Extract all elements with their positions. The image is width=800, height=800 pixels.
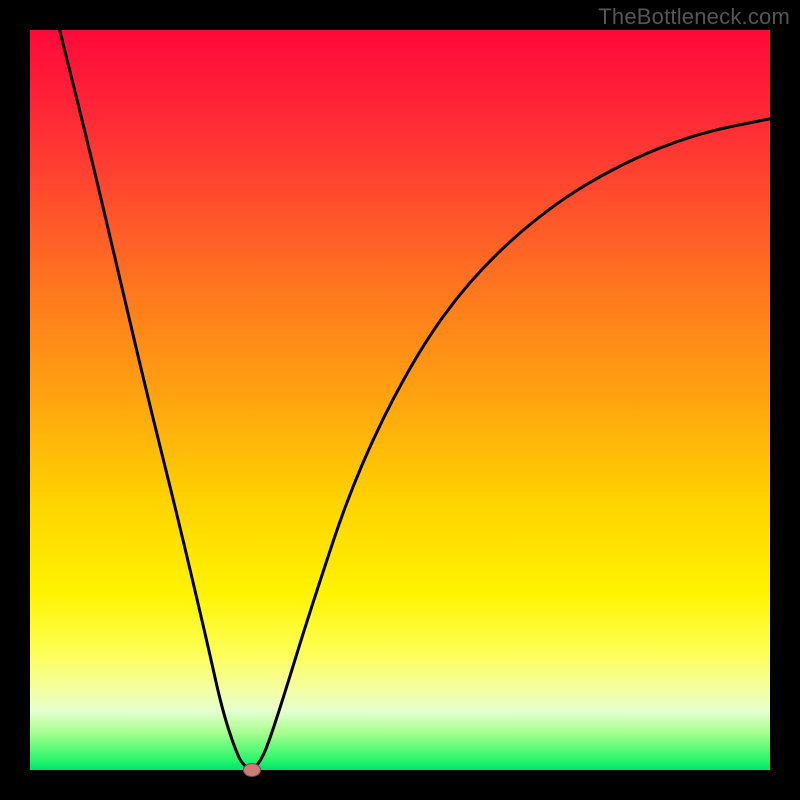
watermark-text: TheBottleneck.com: [598, 4, 790, 30]
chart-frame: TheBottleneck.com: [0, 0, 800, 800]
min-point-marker: [243, 763, 261, 777]
bottleneck-curve: [30, 30, 770, 770]
plot-area: [30, 30, 770, 770]
